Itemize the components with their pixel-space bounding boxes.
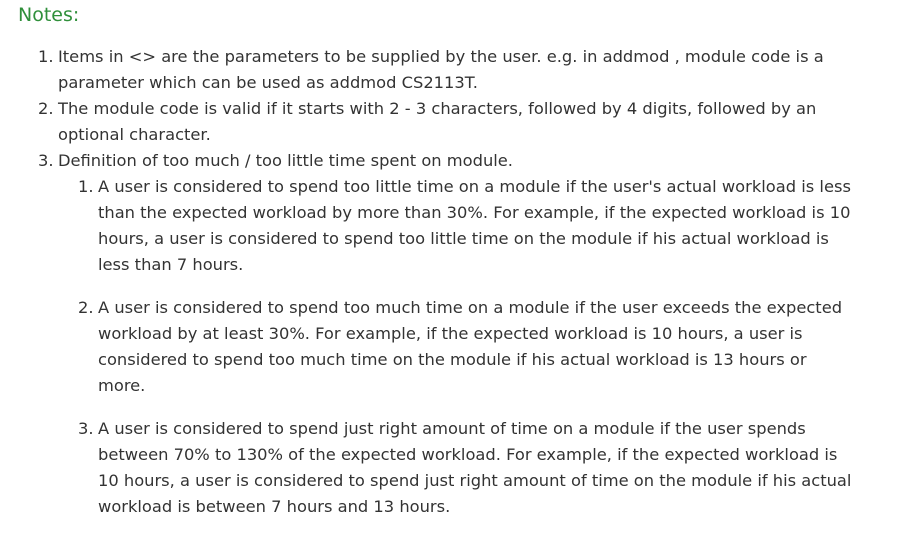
notes-list: 1. Items in <> are the parameters to be … bbox=[38, 44, 868, 537]
note-number: 2. bbox=[38, 99, 54, 118]
time-definition-list: 1. A user is considered to spend too lit… bbox=[78, 174, 858, 520]
notes-heading: Notes: bbox=[18, 4, 80, 26]
note-item-2: 2. The module code is valid if it starts… bbox=[38, 96, 868, 148]
definition-item-too-little: 1. A user is considered to spend too lit… bbox=[78, 174, 858, 278]
note-text: Items in <> are the parameters to be sup… bbox=[58, 47, 824, 92]
note-item-1: 1. Items in <> are the parameters to be … bbox=[38, 44, 868, 96]
definition-number: 1. bbox=[78, 177, 94, 196]
note-number: 1. bbox=[38, 47, 54, 66]
note-item-3: 3. Definition of too much / too little t… bbox=[38, 148, 868, 520]
definition-number: 2. bbox=[78, 298, 94, 317]
note-text: Definition of too much / too little time… bbox=[58, 151, 513, 170]
definition-text: A user is considered to spend just right… bbox=[98, 419, 852, 516]
notes-page: Notes: 1. Items in <> are the parameters… bbox=[0, 0, 897, 546]
definition-text: A user is considered to spend too little… bbox=[98, 177, 851, 274]
definition-number: 3. bbox=[78, 419, 94, 438]
note-number: 3. bbox=[38, 151, 54, 170]
definition-item-just-right: 3. A user is considered to spend just ri… bbox=[78, 416, 858, 520]
note-text: The module code is valid if it starts wi… bbox=[58, 99, 817, 144]
definition-item-too-much: 2. A user is considered to spend too muc… bbox=[78, 295, 858, 399]
definition-text: A user is considered to spend too much t… bbox=[98, 298, 843, 395]
